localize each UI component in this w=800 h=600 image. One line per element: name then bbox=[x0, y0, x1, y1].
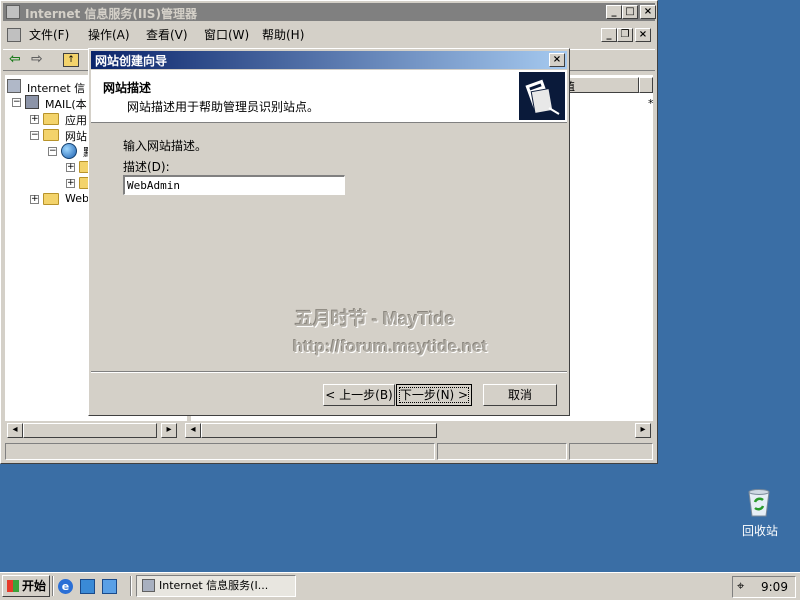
next-button[interactable]: 下一步(N) > bbox=[396, 384, 472, 406]
folder-open-icon bbox=[43, 129, 59, 141]
maximize-button[interactable]: □ bbox=[622, 5, 638, 19]
wizard-close-button[interactable]: × bbox=[549, 53, 565, 67]
clock[interactable]: 9:09 bbox=[761, 580, 788, 594]
menu-help[interactable]: 帮助(H) bbox=[262, 25, 304, 45]
forward-arrow-icon[interactable]: ⇨ bbox=[31, 51, 43, 67]
menu-view[interactable]: 查看(V) bbox=[146, 25, 188, 45]
tree-horizontal-scrollbar[interactable]: ◂ ▸ bbox=[5, 422, 177, 439]
back-arrow-icon[interactable]: ⇦ bbox=[9, 51, 21, 67]
wizard-separator bbox=[91, 371, 567, 373]
globe-icon bbox=[61, 143, 77, 159]
tree-collapse-default-site[interactable]: − bbox=[48, 147, 57, 156]
recycle-bin-icon bbox=[746, 488, 772, 518]
iis-title-bar[interactable]: Internet 信息服务(IIS)管理器 _ □ × bbox=[3, 3, 656, 21]
description-label: 描述(D): bbox=[123, 160, 170, 174]
taskbar: 开始 e Internet 信息服务(I... ⌖ 9:09 bbox=[0, 572, 800, 600]
show-desktop-icon[interactable] bbox=[102, 579, 117, 594]
folder-icon bbox=[43, 193, 59, 205]
outlook-express-icon[interactable] bbox=[80, 579, 95, 594]
description-input[interactable] bbox=[123, 175, 345, 195]
iis-app-icon bbox=[6, 5, 20, 19]
scroll-thumb[interactable] bbox=[201, 423, 437, 438]
mdi-child-icon bbox=[7, 28, 21, 42]
menu-file[interactable]: 文件(F) bbox=[29, 25, 69, 45]
system-tray: ⌖ 9:09 bbox=[732, 576, 796, 598]
scroll-right-arrow-icon[interactable]: ▸ bbox=[635, 423, 651, 438]
wizard-header: 网站描述 网站描述用于帮助管理员识别站点。 bbox=[91, 70, 567, 123]
recycle-bin-label: 回收站 bbox=[742, 524, 779, 538]
tree-expand-subitem-2[interactable]: + bbox=[66, 179, 75, 188]
network-icon[interactable]: ⌖ bbox=[737, 579, 744, 594]
watermark-url: http://forum.maytide.net bbox=[293, 337, 488, 356]
details-horizontal-scrollbar[interactable]: ◂ ▸ bbox=[183, 422, 653, 439]
mdi-close-button[interactable]: × bbox=[635, 28, 651, 42]
menu-bar: 文件(F) 操作(A) 查看(V) 窗口(W) 帮助(H) _ ❐ × bbox=[3, 25, 655, 47]
scroll-right-arrow-icon[interactable]: ▸ bbox=[161, 423, 177, 438]
scroll-left-arrow-icon[interactable]: ◂ bbox=[185, 423, 201, 438]
scroll-thumb[interactable] bbox=[23, 423, 157, 438]
ie-icon[interactable]: e bbox=[58, 579, 73, 594]
mdi-restore-button[interactable]: ❐ bbox=[617, 28, 633, 42]
value-marker: * bbox=[648, 97, 654, 110]
minimize-button[interactable]: _ bbox=[606, 5, 622, 19]
menu-window[interactable]: 窗口(W) bbox=[204, 25, 249, 45]
recycle-bin[interactable]: 回收站 bbox=[732, 486, 788, 540]
status-panel-2 bbox=[437, 443, 567, 460]
status-bar bbox=[3, 442, 655, 461]
column-header-extra[interactable] bbox=[639, 77, 653, 93]
iis-window-title: Internet 信息服务(IIS)管理器 bbox=[25, 7, 197, 21]
cancel-button[interactable]: 取消 bbox=[483, 384, 557, 406]
windows-logo-icon bbox=[7, 580, 19, 592]
scroll-left-arrow-icon[interactable]: ◂ bbox=[7, 423, 23, 438]
wizard-instruction: 输入网站描述。 bbox=[123, 139, 208, 153]
watermark-title: 五月时节 - MayTide bbox=[295, 309, 455, 329]
server-icon bbox=[25, 95, 39, 109]
mdi-minimize-button[interactable]: _ bbox=[601, 28, 617, 42]
tree-item-web[interactable]: Web bbox=[65, 192, 89, 205]
up-folder-icon[interactable]: ↑ bbox=[63, 53, 79, 67]
tree-collapse-server[interactable]: − bbox=[12, 98, 21, 107]
taskbar-separator bbox=[130, 576, 132, 596]
start-button[interactable]: 开始 bbox=[2, 575, 50, 597]
tree-expand-web[interactable]: + bbox=[30, 195, 39, 204]
wizard-title: 网站创建向导 bbox=[95, 54, 168, 68]
tree-expand-subitem-1[interactable]: + bbox=[66, 163, 75, 172]
iis-root-icon bbox=[7, 79, 21, 93]
tree-item-root[interactable]: Internet 信 bbox=[27, 80, 85, 96]
back-button[interactable]: < 上一步(B) bbox=[323, 384, 395, 406]
website-creation-wizard: 网站创建向导 × 网站描述 网站描述用于帮助管理员识别站点。 输入网站描述。 描… bbox=[88, 48, 570, 416]
status-panel-1 bbox=[5, 443, 435, 460]
taskbar-button-iis[interactable]: Internet 信息服务(I... bbox=[136, 575, 296, 597]
close-button[interactable]: × bbox=[640, 5, 656, 19]
quicklaunch-separator bbox=[52, 576, 54, 596]
column-header-value[interactable]: 值 bbox=[561, 77, 639, 93]
wizard-header-subtitle: 网站描述用于帮助管理员识别站点。 bbox=[127, 100, 320, 114]
status-panel-3 bbox=[569, 443, 653, 460]
tree-expand-app-pools[interactable]: + bbox=[30, 115, 39, 124]
iis-task-icon bbox=[142, 579, 155, 592]
folder-icon bbox=[43, 113, 59, 125]
tree-item-app-pools[interactable]: 应用 bbox=[65, 112, 87, 128]
wizard-books-icon bbox=[519, 72, 565, 120]
tree-item-server[interactable]: MAIL(本 bbox=[45, 96, 87, 112]
tree-item-websites[interactable]: 网站 bbox=[65, 128, 87, 144]
wizard-header-title: 网站描述 bbox=[103, 81, 152, 95]
menu-action[interactable]: 操作(A) bbox=[88, 25, 130, 45]
tree-collapse-websites[interactable]: − bbox=[30, 131, 39, 140]
wizard-title-bar[interactable]: 网站创建向导 × bbox=[91, 51, 567, 69]
